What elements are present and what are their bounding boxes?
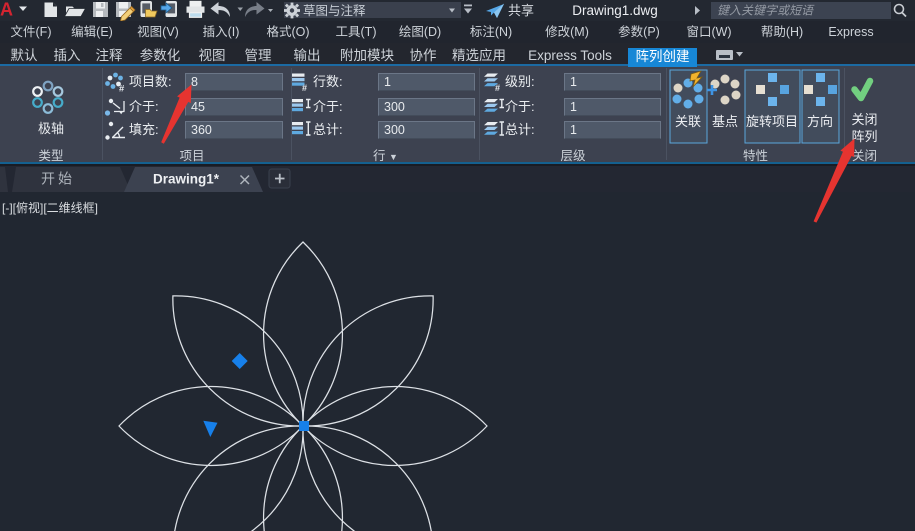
svg-text:基点: 基点 — [712, 114, 738, 129]
svg-text:关闭: 关闭 — [851, 112, 877, 127]
svg-text:方向: 方向 — [807, 114, 833, 129]
svg-text:#: # — [495, 83, 500, 93]
svg-text:Drawing1*: Drawing1* — [153, 172, 220, 187]
svg-text:#: # — [119, 84, 125, 95]
svg-text:阵列: 阵列 — [851, 129, 877, 144]
svg-text:开始: 开始 — [41, 171, 75, 187]
svg-text:草图与注释: 草图与注释 — [303, 3, 366, 18]
svg-text:A: A — [0, 0, 13, 20]
svg-text:关联: 关联 — [675, 114, 701, 129]
svg-text:共享: 共享 — [508, 3, 534, 18]
svg-text:键入关键字或短语: 键入关键字或短语 — [717, 4, 815, 18]
svg-text:#: # — [302, 83, 307, 93]
svg-text:旋转项目: 旋转项目 — [746, 114, 798, 129]
svg-text:Drawing1.dwg: Drawing1.dwg — [572, 3, 658, 18]
